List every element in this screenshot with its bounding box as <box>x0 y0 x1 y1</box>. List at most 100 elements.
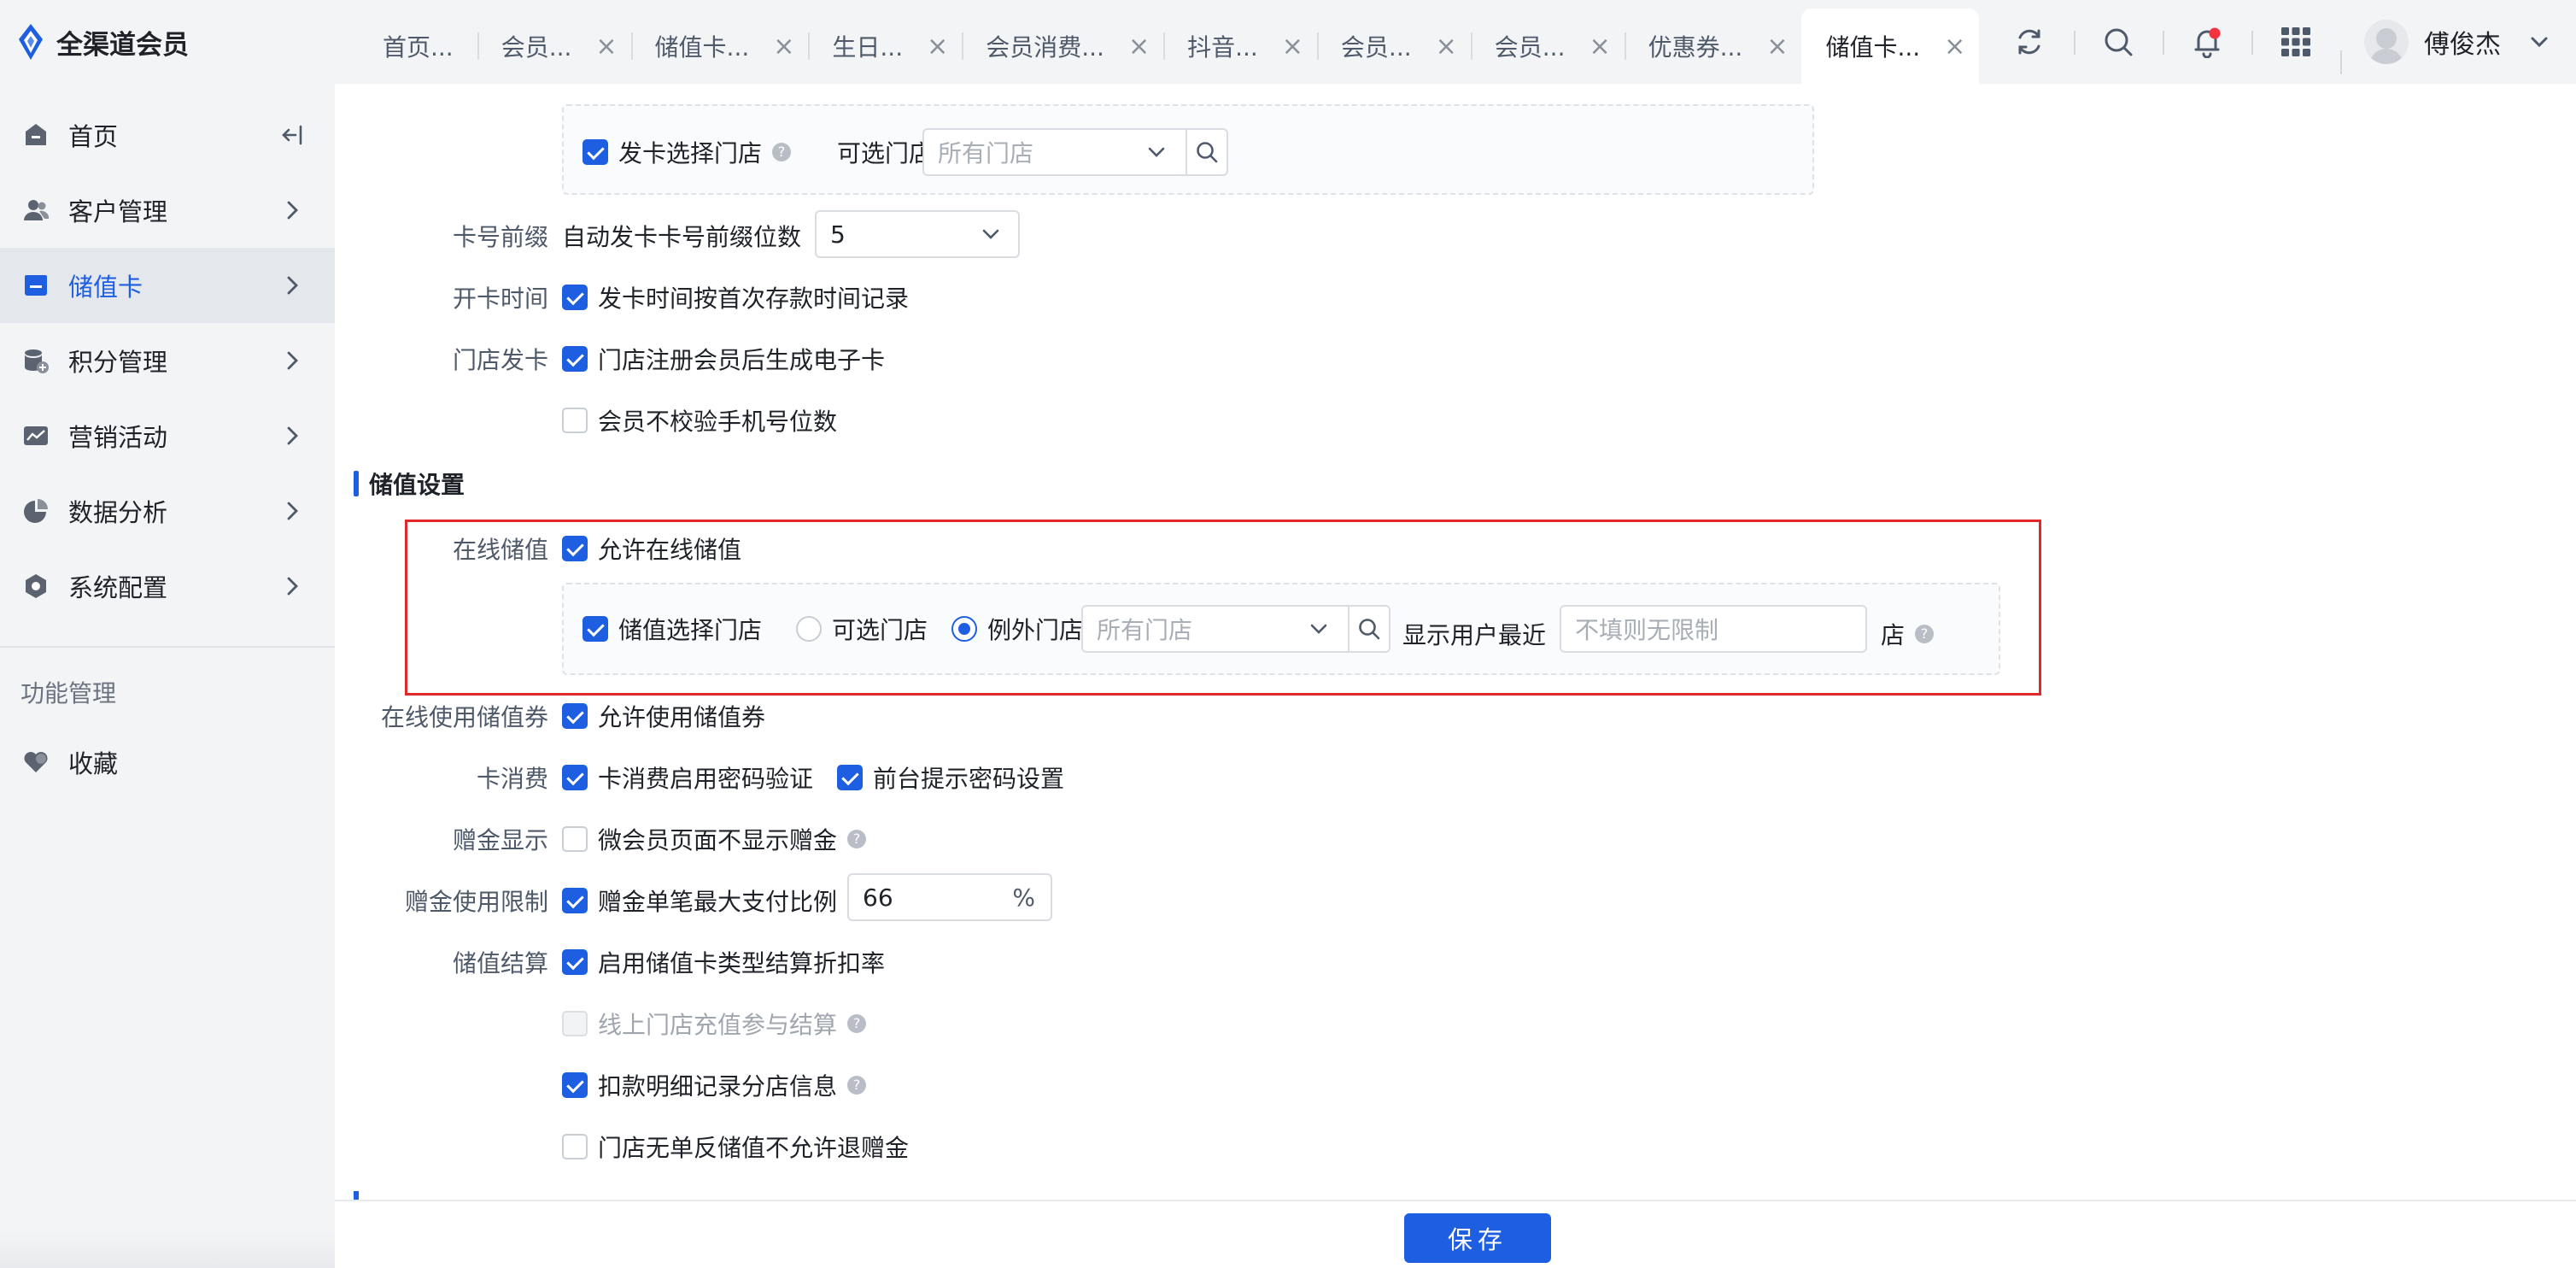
chevron-right-icon <box>287 351 298 370</box>
top-actions: 傅俊杰 <box>1985 0 2550 84</box>
tab-coupon[interactable]: 优惠券... × <box>1624 9 1802 84</box>
close-icon[interactable]: × <box>1944 32 1965 62</box>
user-menu[interactable]: 傅俊杰 <box>2340 20 2550 74</box>
help-icon[interactable]: ? <box>847 1076 867 1095</box>
card-consume-option[interactable]: 卡消费启用密码验证 <box>562 760 813 795</box>
skip-phone-check-option[interactable]: 会员不校验手机号位数 <box>562 403 837 437</box>
gift-limit-text: 赠金单笔最大支付比例 <box>598 888 838 916</box>
online-coupon-option[interactable]: 允许使用储值券 <box>562 699 765 733</box>
store-search-button[interactable] <box>1348 607 1389 651</box>
card-prefix-select[interactable]: 5 <box>815 210 1020 258</box>
notification-button[interactable] <box>2163 0 2251 84</box>
close-icon[interactable]: × <box>1766 32 1788 62</box>
collapse-sidebar-icon[interactable] <box>278 121 306 149</box>
close-icon[interactable]: × <box>1589 32 1610 62</box>
stored-store-select-checkbox[interactable] <box>583 616 608 642</box>
close-icon[interactable]: × <box>773 32 794 62</box>
tab-member-3[interactable]: 会员... × <box>1470 9 1625 84</box>
open-time-checkbox[interactable] <box>562 285 588 310</box>
gift-ratio-input[interactable]: 66 % <box>847 873 1052 921</box>
search-button[interactable] <box>2074 0 2163 84</box>
sidebar-item-home[interactable]: 首页 <box>0 97 335 173</box>
sidebar-item-favorites[interactable]: 收藏 <box>0 725 335 800</box>
home-icon <box>26 124 46 145</box>
settlement-checkbox[interactable] <box>562 1134 588 1159</box>
refresh-button[interactable] <box>1985 0 2074 84</box>
help-icon[interactable]: ? <box>847 830 867 848</box>
front-password-option[interactable]: 前台提示密码设置 <box>837 760 1064 795</box>
card-consume-checkbox[interactable] <box>562 765 588 790</box>
settlement-option-4[interactable]: 门店无单反储值不允许退赠金 <box>562 1130 909 1164</box>
save-button[interactable]: 保存 <box>1404 1213 1551 1263</box>
settlement-option-3[interactable]: 扣款明细记录分店信息 ? <box>562 1068 867 1102</box>
settlement-checkbox[interactable] <box>562 949 588 975</box>
radio-optional-store[interactable] <box>796 616 823 642</box>
app-logo[interactable]: 全渠道会员 <box>17 19 189 65</box>
sidebar-item-label: 客户管理 <box>68 197 168 226</box>
tab-douyin[interactable]: 抖音... × <box>1163 9 1317 84</box>
tab-home[interactable]: 首页... <box>359 9 477 84</box>
card-issue-store-checkbox[interactable] <box>583 139 608 165</box>
help-icon[interactable]: ? <box>772 143 792 161</box>
tab-birthday[interactable]: 生日... × <box>808 9 962 84</box>
front-password-text: 前台提示密码设置 <box>873 765 1065 793</box>
app-grid-button[interactable] <box>2251 0 2340 84</box>
sidebar-item-customer[interactable]: 客户管理 <box>0 173 335 248</box>
settlement-option-1[interactable]: 启用储值卡类型结算折扣率 <box>562 945 885 979</box>
gift-display-option[interactable]: 微会员页面不显示赠金 ? <box>562 822 867 856</box>
online-coupon-checkbox[interactable] <box>562 703 588 729</box>
open-time-label: 开卡时间 <box>452 285 548 313</box>
store-select-placeholder: 所有门店 <box>938 139 1034 167</box>
tab-stored-card-1[interactable]: 储值卡... × <box>630 9 809 84</box>
sidebar-item-stored-card[interactable]: 储值卡 <box>0 248 335 323</box>
notification-bell-icon <box>2194 27 2221 58</box>
gift-limit-option[interactable]: 赠金单笔最大支付比例 <box>562 883 837 918</box>
section-title: 储值设置 <box>369 471 465 499</box>
tab-label: 会员... <box>1494 33 1566 62</box>
stored-store-select-text: 储值选择门店 <box>618 616 763 644</box>
store-issue-checkbox[interactable] <box>562 346 588 372</box>
settlement-checkbox[interactable] <box>562 1072 588 1098</box>
tab-member-2[interactable]: 会员... × <box>1316 9 1471 84</box>
tab-label: 会员... <box>1340 33 1412 62</box>
recent-store-count-input[interactable]: 不填则无限制 <box>1560 605 1867 653</box>
online-stored-checkbox[interactable] <box>562 536 588 561</box>
close-icon[interactable]: × <box>927 32 948 62</box>
card-prefix-value: 5 <box>830 220 846 249</box>
sidebar-item-analytics[interactable]: 数据分析 <box>0 473 335 549</box>
store-issue-option[interactable]: 门店注册会员后生成电子卡 <box>562 342 885 376</box>
store-search-button[interactable] <box>1186 130 1227 174</box>
tab-label: 首页... <box>383 33 454 62</box>
gift-display-checkbox[interactable] <box>562 826 588 852</box>
card-prefix-label: 卡号前缀 <box>452 223 548 251</box>
online-stored-option[interactable]: 允许在线储值 <box>562 531 741 566</box>
sidebar-item-points[interactable]: 积分管理 <box>0 323 335 398</box>
close-icon[interactable]: × <box>595 32 617 62</box>
settings-form: 发卡选择门店 ? 可选门店 所有门店 卡号前缀 自动发卡卡号前缀位数 5 开卡时… <box>335 84 2576 1268</box>
help-icon[interactable]: ? <box>1915 625 1935 643</box>
gift-limit-checkbox[interactable] <box>562 888 588 913</box>
skip-phone-check-checkbox[interactable] <box>562 408 588 433</box>
tab-stored-card-active[interactable]: 储值卡... × <box>1801 9 1980 84</box>
open-time-option[interactable]: 发卡时间按首次存款时间记录 <box>562 280 909 314</box>
chevron-down-icon <box>1298 607 1339 651</box>
analytics-icon <box>24 499 48 523</box>
chevron-right-icon <box>287 426 298 445</box>
card-issue-store-select[interactable]: 所有门店 <box>922 128 1228 176</box>
recent-store-count-placeholder: 不填则无限制 <box>1575 616 1719 644</box>
close-icon[interactable]: × <box>1128 32 1150 62</box>
close-icon[interactable]: × <box>1436 32 1457 62</box>
sidebar-item-marketing[interactable]: 营销活动 <box>0 398 335 473</box>
chevron-down-icon <box>2531 37 2548 48</box>
front-password-checkbox[interactable] <box>837 765 863 790</box>
help-icon[interactable]: ? <box>847 1014 867 1033</box>
close-icon[interactable]: × <box>1282 32 1303 62</box>
store-issue-label: 门店发卡 <box>452 346 548 374</box>
tab-member-consume[interactable]: 会员消费... × <box>962 9 1163 84</box>
stored-store-select[interactable]: 所有门店 <box>1081 605 1390 653</box>
tab-member-1[interactable]: 会员... × <box>477 9 631 84</box>
settlement-label: 储值结算 <box>452 949 548 977</box>
radio-except-store[interactable] <box>951 616 978 642</box>
customer-icon <box>24 200 50 220</box>
sidebar-item-settings[interactable]: 系统配置 <box>0 549 335 624</box>
